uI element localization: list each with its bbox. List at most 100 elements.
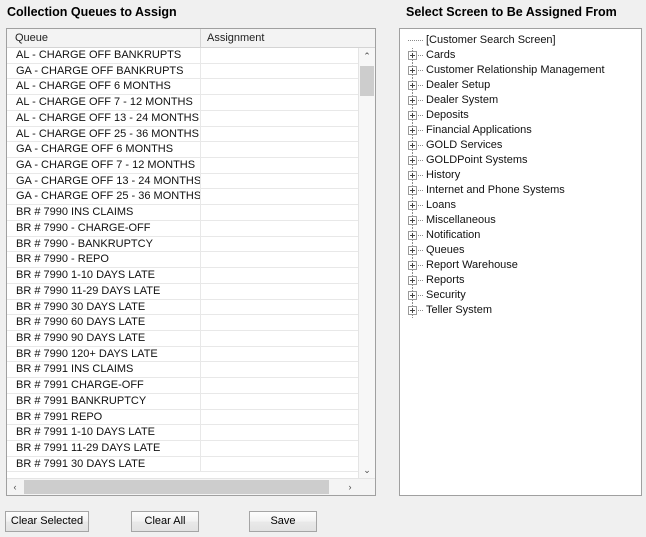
queue-row[interactable]: BR # 7990 60 DAYS LATE (7, 315, 358, 331)
screen-selection-tree[interactable]: [Customer Search Screen] Cards Customer Re… (399, 28, 642, 496)
queue-row[interactable]: BR # 7990 120+ DAYS LATE (7, 346, 358, 363)
tree-item[interactable]: Deposits (400, 108, 641, 123)
clear-all-button[interactable]: Clear All (131, 511, 199, 532)
tree-expand-plus-icon[interactable] (408, 276, 417, 285)
clear-selected-button[interactable]: Clear Selected (5, 511, 89, 532)
right-panel-title: Select Screen to Be Assigned From (406, 5, 617, 19)
collection-queues-grid[interactable]: Queue Assignment AL - CHARGE OFF BANKRUP… (6, 28, 376, 496)
tree-expand-plus-icon[interactable] (408, 66, 417, 75)
tree-expand-plus-icon[interactable] (408, 231, 417, 240)
save-button[interactable]: Save (249, 511, 317, 532)
tree-expand-plus-icon[interactable] (408, 186, 417, 195)
vertical-scroll-thumb[interactable] (360, 66, 374, 96)
queue-row[interactable]: AL - CHARGE OFF 25 - 36 MONTHS (7, 126, 358, 143)
tree-item[interactable]: History (400, 168, 641, 183)
tree-expand-plus-icon[interactable] (408, 111, 417, 120)
queue-row[interactable]: GA - CHARGE OFF 13 - 24 MONTHS (7, 173, 358, 190)
tree-expand-plus-icon[interactable] (408, 216, 417, 225)
queue-row[interactable]: BR # 7991 BANKRUPTCY (7, 393, 358, 410)
tree-item[interactable]: Reports (400, 273, 641, 288)
tree-item[interactable]: Internet and Phone Systems (400, 183, 641, 198)
scroll-left-arrow-icon[interactable]: ‹ (7, 479, 23, 495)
tree-item[interactable]: Customer Relationship Management (400, 63, 641, 78)
tree-expand-plus-icon[interactable] (408, 51, 417, 60)
queue-row[interactable]: BR # 7990 - CHARGE-OFF (7, 220, 358, 237)
queue-row[interactable]: BR # 7991 REPO (7, 409, 358, 426)
tree-item[interactable]: Miscellaneous (400, 213, 641, 228)
tree-expand-plus-icon[interactable] (408, 126, 417, 135)
tree-expand-plus-icon[interactable] (408, 261, 417, 270)
queue-row[interactable]: GA - CHARGE OFF BANKRUPTS (7, 63, 358, 80)
tree-connector-line (418, 310, 423, 312)
queue-row[interactable]: GA - CHARGE OFF 25 - 36 MONTHS (7, 189, 358, 206)
horizontal-scrollbar[interactable]: ‹ › (7, 478, 375, 495)
tree-connector-line (418, 115, 423, 117)
row-column-divider (200, 315, 201, 330)
tree-item[interactable]: Dealer System (400, 93, 641, 108)
scroll-down-arrow-icon[interactable]: ⌄ (359, 462, 375, 478)
tree-connector-line (418, 100, 423, 102)
tree-item[interactable]: Financial Applications (400, 123, 641, 138)
queue-name-cell: BR # 7991 INS CLAIMS (16, 363, 134, 376)
queue-row[interactable]: AL - CHARGE OFF 7 - 12 MONTHS (7, 95, 358, 111)
tree-item[interactable]: GOLD Services (400, 138, 641, 153)
tree-item[interactable]: Report Warehouse (400, 258, 641, 273)
column-header-assignment[interactable]: Assignment (207, 32, 264, 44)
grid-header-row: Queue Assignment (7, 29, 375, 48)
queue-row[interactable]: BR # 7990 30 DAYS LATE (7, 299, 358, 316)
tree-expand-plus-icon[interactable] (408, 96, 417, 105)
tree-item[interactable]: Loans (400, 198, 641, 213)
tree-item-label: Loans (426, 199, 456, 211)
tree-item[interactable]: Queues (400, 243, 641, 258)
queue-row[interactable]: AL - CHARGE OFF BANKRUPTS (7, 48, 358, 64)
queue-row[interactable]: BR # 7991 CHARGE-OFF (7, 378, 358, 394)
tree-item[interactable]: [Customer Search Screen] (400, 33, 641, 48)
queue-row[interactable]: BR # 7991 1-10 DAYS LATE (7, 425, 358, 441)
horizontal-scroll-thumb[interactable] (24, 480, 329, 494)
tree-expand-plus-icon[interactable] (408, 201, 417, 210)
tree-expand-plus-icon[interactable] (408, 156, 417, 165)
queue-row[interactable]: BR # 7991 30 DAYS LATE (7, 456, 358, 473)
column-header-queue[interactable]: Queue (15, 32, 48, 44)
tree-item[interactable]: GOLDPoint Systems (400, 153, 641, 168)
queue-row[interactable]: BR # 7991 INS CLAIMS (7, 362, 358, 379)
tree-item[interactable]: Notification (400, 228, 641, 243)
vertical-scrollbar[interactable]: ⌃ ⌄ (358, 48, 375, 478)
column-divider (200, 29, 201, 48)
queue-row[interactable]: BR # 7990 1-10 DAYS LATE (7, 268, 358, 284)
tree-expand-plus-icon[interactable] (408, 81, 417, 90)
queue-row[interactable]: BR # 7990 11-29 DAYS LATE (7, 283, 358, 300)
queue-row[interactable]: GA - CHARGE OFF 7 - 12 MONTHS (7, 158, 358, 174)
tree-item[interactable]: Dealer Setup (400, 78, 641, 93)
tree-item[interactable]: Teller System (400, 303, 641, 318)
tree-expand-plus-icon[interactable] (408, 246, 417, 255)
row-column-divider (200, 95, 201, 110)
tree-item[interactable]: Cards (400, 48, 641, 63)
tree-connector-line (418, 55, 423, 57)
queue-row[interactable]: BR # 7991 11-29 DAYS LATE (7, 440, 358, 457)
tree-item-label: Customer Relationship Management (426, 64, 605, 76)
tree-item[interactable]: Security (400, 288, 641, 303)
queue-row[interactable]: BR # 7990 90 DAYS LATE (7, 330, 358, 347)
scroll-up-arrow-icon[interactable]: ⌃ (359, 48, 375, 64)
scroll-right-arrow-icon[interactable]: › (342, 479, 358, 495)
tree-connector-line (418, 175, 423, 177)
queue-name-cell: AL - CHARGE OFF BANKRUPTS (16, 49, 182, 61)
queue-name-cell: BR # 7990 - CHARGE-OFF (16, 221, 151, 234)
tree-expand-plus-icon[interactable] (408, 291, 417, 300)
queue-name-cell: GA - CHARGE OFF 13 - 24 MONTHS (16, 174, 202, 187)
queue-name-cell: BR # 7990 30 DAYS LATE (16, 300, 146, 313)
queue-row[interactable]: GA - CHARGE OFF 6 MONTHS (7, 142, 358, 159)
queue-row[interactable]: AL - CHARGE OFF 6 MONTHS (7, 79, 358, 96)
queue-row[interactable]: BR # 7990 - REPO (7, 252, 358, 269)
row-column-divider (200, 220, 201, 236)
tree-expand-plus-icon[interactable] (408, 306, 417, 315)
tree-expand-plus-icon[interactable] (408, 141, 417, 150)
queue-row[interactable]: BR # 7990 - BANKRUPTCY (7, 236, 358, 253)
tree-expand-plus-icon[interactable] (408, 171, 417, 180)
queue-row[interactable]: BR # 7990 INS CLAIMS (7, 205, 358, 221)
queue-row[interactable]: AL - CHARGE OFF 13 - 24 MONTHS (7, 110, 358, 127)
tree-item-label: Report Warehouse (426, 259, 518, 271)
row-column-divider (200, 63, 201, 79)
row-column-divider (200, 425, 201, 440)
